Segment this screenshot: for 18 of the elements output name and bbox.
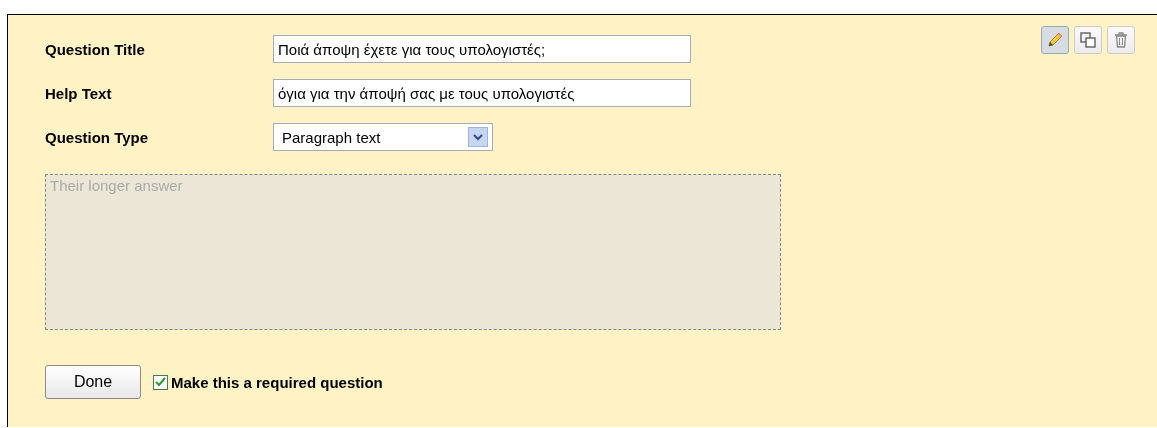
text-field[interactable]: Ποιά άποψη έχετε για τους υπολογιστές; [273, 35, 691, 63]
text-field[interactable]: όγια για την άποψή σας με τους υπολογιστές [273, 79, 691, 107]
edit-button[interactable] [1041, 26, 1069, 54]
done-button[interactable]: Done [45, 365, 141, 399]
delete-button[interactable] [1107, 26, 1135, 54]
checkmark-icon [155, 377, 166, 387]
copy-icon [1079, 31, 1097, 49]
question-type-dropdown[interactable]: Paragraph text [273, 123, 493, 151]
field-label: Question Title [45, 40, 146, 58]
required-label: Make this a required question [171, 373, 383, 391]
required-checkbox[interactable] [153, 374, 168, 390]
trash-icon [1113, 31, 1129, 49]
pencil-icon [1046, 31, 1064, 49]
chevron-down-icon [473, 133, 483, 141]
field-label: Help Text [45, 84, 113, 102]
answer-preview-field[interactable]: Their longer answer [45, 174, 781, 330]
field-label: Question Type [45, 128, 150, 146]
duplicate-button[interactable] [1074, 26, 1102, 54]
